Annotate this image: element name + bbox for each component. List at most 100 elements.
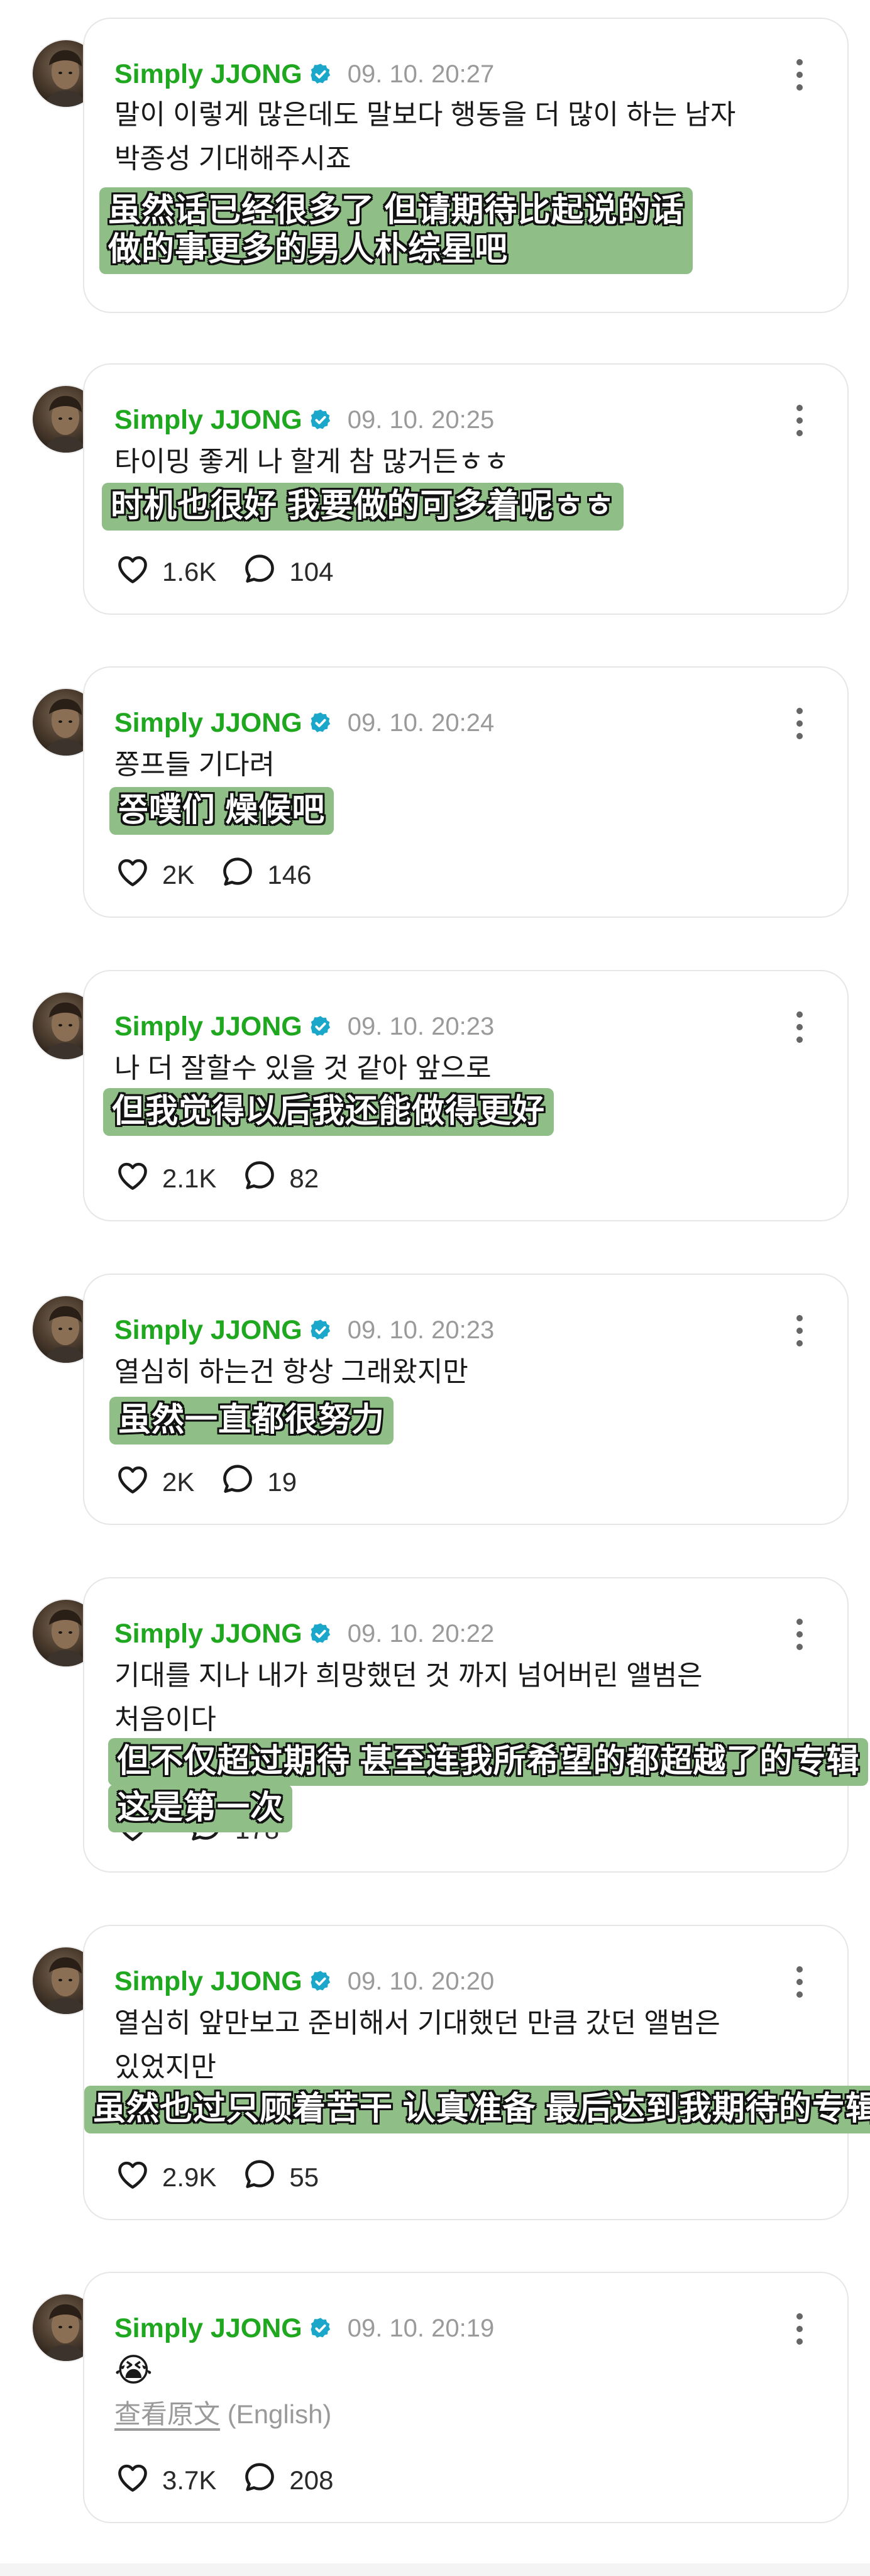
heart-icon — [114, 854, 162, 896]
speech-bubble-icon — [219, 854, 267, 896]
username[interactable]: Simply JJONG — [114, 405, 302, 436]
action-bar: 3.7K 208 — [114, 2462, 358, 2499]
post-header: Simply JJONG 09. 10. 20:23 — [114, 1009, 494, 1044]
like-count: 3.7K — [162, 2465, 217, 2495]
post: Simply JJONG 09. 10. 20:24 쫑프들 기다려 쫑噗们 燥… — [0, 666, 870, 918]
more-vertical-icon[interactable] — [793, 59, 806, 91]
action-bar: 2.1K 82 — [114, 1160, 344, 1197]
post-text: 기대를 지나 내가 희망했던 것 까지 넘어버린 앨범은 처음이다 — [114, 1660, 703, 1735]
subtitle-overlay: 时机也很好 我要做的可多着呢ㅎㅎ — [102, 483, 624, 531]
post-emoji: 😭 — [114, 2352, 153, 2389]
like-button[interactable]: 3.7K — [114, 2459, 216, 2502]
verified-badge-icon — [309, 1015, 333, 1038]
verified-badge-icon — [309, 408, 333, 432]
more-vertical-icon[interactable] — [793, 2313, 806, 2345]
post-header: Simply JJONG 09. 10. 20:24 — [114, 705, 494, 740]
username[interactable]: Simply JJONG — [114, 1315, 302, 1346]
post-header: Simply JJONG 09. 10. 20:22 — [114, 1616, 494, 1651]
post-header: Simply JJONG 09. 10. 20:23 — [114, 1313, 494, 1348]
verified-badge-icon — [309, 1969, 333, 1993]
speech-bubble-icon — [241, 1157, 289, 1200]
action-bar: 2K 146 — [114, 856, 336, 894]
post-text: 타이밍 좋게 나 할게 참 많거든ㅎㅎ — [114, 446, 509, 477]
verified-badge-icon — [309, 1622, 333, 1646]
heart-icon — [114, 1461, 162, 1504]
heart-icon — [114, 2459, 162, 2502]
more-vertical-icon[interactable] — [793, 1315, 806, 1346]
more-vertical-icon[interactable] — [793, 708, 806, 739]
post-text: 열심히 앞만보고 준비해서 기대했던 만큼 갔던 앨범은 있었지만 — [114, 2008, 720, 2083]
username[interactable]: Simply JJONG — [114, 59, 302, 90]
reply-button[interactable]: 146 — [219, 854, 311, 896]
reply-count: 55 — [289, 2162, 319, 2192]
post: Simply JJONG 09. 10. 20:25 타이밍 좋게 나 할게 참… — [0, 363, 870, 615]
timestamp: 09. 10. 20:27 — [347, 60, 495, 88]
heart-icon — [114, 1157, 162, 1200]
like-count: 2.9K — [162, 2162, 217, 2192]
heart-icon — [114, 2156, 162, 2199]
reply-button[interactable]: 208 — [241, 2459, 333, 2502]
reply-button[interactable]: 19 — [219, 1461, 297, 1504]
timestamp: 09. 10. 20:25 — [347, 405, 495, 434]
username[interactable]: Simply JJONG — [114, 2313, 302, 2344]
action-bar: 2K 19 — [114, 1463, 322, 1501]
timestamp: 09. 10. 20:22 — [347, 1619, 495, 1648]
verified-badge-icon — [309, 2316, 333, 2340]
subtitle-overlay: 쫑噗们 燥候吧 — [109, 787, 334, 835]
timestamp: 09. 10. 20:23 — [347, 1012, 495, 1040]
post-header: Simply JJONG 09. 10. 20:19 — [114, 2311, 494, 2346]
subtitle-overlay: 虽然一直都很努力 — [109, 1397, 394, 1445]
like-count: 2K — [162, 1467, 195, 1497]
timestamp: 09. 10. 20:20 — [347, 1967, 495, 1995]
reply-count: 208 — [289, 2465, 334, 2495]
verified-badge-icon — [309, 62, 333, 86]
speech-bubble-icon — [219, 1461, 267, 1504]
post: Simply JJONG 09. 10. 20:19 😭 查看原文 (Engli… — [0, 2272, 870, 2523]
subtitle-overlay: 但我觉得以后我还能做得更好 — [103, 1088, 554, 1136]
post: Simply JJONG 09. 10. 20:23 열심히 하는건 항상 그래… — [0, 1274, 870, 1525]
heart-icon — [114, 551, 162, 593]
reply-count: 19 — [267, 1467, 297, 1497]
username[interactable]: Simply JJONG — [114, 1619, 302, 1649]
post-text: 열심히 하는건 항상 그래왔지만 — [114, 1357, 468, 1387]
reply-button[interactable]: 104 — [241, 551, 333, 593]
reply-count: 146 — [267, 860, 312, 889]
bottom-edge — [0, 2563, 870, 2576]
post-text: 쫑프들 기다려 — [114, 749, 275, 780]
reply-button[interactable]: 82 — [241, 1157, 319, 1200]
subtitle-overlay: 但不仅超过期待 甚至连我所希望的都超越了的专辑 — [108, 1738, 869, 1786]
username[interactable]: Simply JJONG — [114, 1011, 302, 1042]
like-button[interactable]: 1.6K — [114, 551, 216, 593]
username[interactable]: Simply JJONG — [114, 1966, 302, 1997]
post: Simply JJONG 09. 10. 20:22 기대를 지나 내가 희망했… — [0, 1577, 870, 1873]
reply-count: 104 — [289, 557, 334, 586]
verified-badge-icon — [309, 1318, 333, 1342]
thread-feed: Simply JJONG 09. 10. 20:27 말이 이렇게 많은데도 말… — [0, 0, 870, 2576]
like-button[interactable]: 2.1K — [114, 1157, 216, 1200]
post-header: Simply JJONG 09. 10. 20:27 — [114, 57, 494, 92]
post-text: 말이 이렇게 많은데도 말보다 행동을 더 많이 하는 남자 박종성 기대해주시… — [114, 99, 736, 174]
see-original-link[interactable]: 查看原文 — [114, 2399, 220, 2429]
timestamp: 09. 10. 20:23 — [347, 1316, 495, 1344]
post-header: Simply JJONG 09. 10. 20:20 — [114, 1964, 494, 1999]
like-button[interactable]: 2K — [114, 1461, 194, 1504]
more-vertical-icon[interactable] — [793, 1966, 806, 1998]
translation-toggle[interactable]: 查看原文 (English) — [114, 2392, 331, 2436]
speech-bubble-icon — [241, 2156, 289, 2199]
more-vertical-icon[interactable] — [793, 1619, 806, 1650]
subtitle-overlay: 虽然话已经很多了 但请期待比起说的话 做的事更多的男人朴综星吧 — [99, 187, 693, 274]
post-text: 나 더 잘할수 있을 것 같아 앞으로 — [114, 1053, 492, 1084]
post: Simply JJONG 09. 10. 20:23 나 더 잘할수 있을 것 … — [0, 970, 870, 1221]
like-count: 2.1K — [162, 1164, 217, 1193]
speech-bubble-icon — [241, 2459, 289, 2502]
post: Simply JJONG 09. 10. 20:27 말이 이렇게 많은데도 말… — [0, 18, 870, 313]
username[interactable]: Simply JJONG — [114, 708, 302, 739]
subtitle-overlay: 这是第一次 — [108, 1785, 293, 1832]
like-button[interactable]: 2K — [114, 854, 194, 896]
action-bar: 2.9K 55 — [114, 2159, 344, 2196]
more-vertical-icon[interactable] — [793, 405, 806, 436]
like-button[interactable]: 2.9K — [114, 2156, 216, 2199]
reply-button[interactable]: 55 — [241, 2156, 319, 2199]
more-vertical-icon[interactable] — [793, 1011, 806, 1043]
action-bar: 1.6K 104 — [114, 553, 358, 591]
